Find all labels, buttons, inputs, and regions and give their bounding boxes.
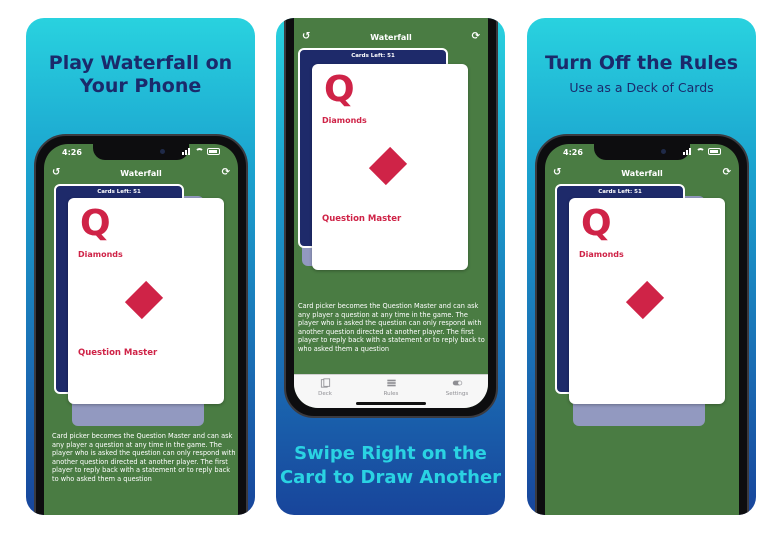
- rule-description: Card picker becomes the Question Master …: [298, 302, 485, 353]
- card-suit-name: Diamonds: [78, 250, 123, 259]
- nav-bar: ↺ Waterfall ⟳: [294, 30, 488, 46]
- wifi-icon: [696, 148, 705, 155]
- nav-bar: ↺ Waterfall ⟳: [44, 166, 238, 182]
- card-rule-name: Question Master: [78, 348, 158, 358]
- headline-line-2: Your Phone: [79, 75, 202, 97]
- headline-line-1: Play Waterfall on: [48, 52, 233, 74]
- card-rank: Q: [324, 69, 355, 110]
- drawn-card[interactable]: Q Diamonds: [569, 198, 725, 404]
- card-rank: Q: [581, 203, 612, 244]
- phone-frame: 4:26 ↺ Waterfall ⟳ Cards Left: 51 Q Diam…: [535, 134, 749, 515]
- tab-label: Settings: [445, 391, 469, 397]
- tab-label: Deck: [318, 391, 332, 397]
- nav-bar: ↺ Waterfall ⟳: [545, 166, 739, 182]
- tab-settings[interactable]: Settings: [432, 378, 482, 397]
- toggle-icon: [452, 380, 462, 386]
- home-indicator: [356, 402, 426, 405]
- cards-left-label: Cards Left: 51: [351, 53, 395, 59]
- promo-panel-play: Play Waterfall on Your Phone 4:26 ↺ Wate…: [26, 18, 255, 515]
- nav-title: Waterfall: [370, 33, 412, 42]
- refresh-icon[interactable]: ⟳: [472, 31, 480, 42]
- signal-icon: [683, 148, 693, 155]
- phone-frame: 4:26 ↺ Waterfall ⟳ Cards Left: 51 Q Diam…: [34, 134, 248, 515]
- app-screen: 4:26 ↺ Waterfall ⟳ Cards Left: 51 Q Diam…: [545, 144, 739, 515]
- headline-line-2: Card to Draw Another: [279, 467, 502, 488]
- status-bar: 4:26: [563, 148, 721, 160]
- card-rule-name: Question Master: [322, 214, 402, 224]
- drawn-card[interactable]: Q Diamonds Question Master: [68, 198, 224, 404]
- status-time: 4:26: [62, 148, 82, 157]
- battery-icon: [207, 148, 220, 155]
- rule-description: Card picker becomes the Question Master …: [52, 432, 236, 483]
- tab-deck[interactable]: Deck: [300, 378, 350, 397]
- card-suit-name: Diamonds: [322, 116, 367, 125]
- status-bar: 4:26: [62, 148, 220, 160]
- panel-headline: Turn Off the Rules: [544, 52, 739, 74]
- app-screen: 4:26 ↺ Waterfall ⟳ Cards Left: 51 Q Diam…: [44, 144, 238, 515]
- card-rank: Q: [80, 203, 111, 244]
- nav-title: Waterfall: [621, 169, 663, 178]
- phone-frame: ↺ Waterfall ⟳ Cards Left: 51 Q Diamonds …: [284, 18, 498, 418]
- battery-icon: [708, 148, 721, 155]
- list-icon: [386, 379, 396, 387]
- app-screen: ↺ Waterfall ⟳ Cards Left: 51 Q Diamonds …: [294, 18, 488, 408]
- promo-panel-rules-off: Turn Off the Rules Use as a Deck of Card…: [527, 18, 756, 515]
- headline-line-1: Swipe Right on the: [294, 443, 487, 464]
- diamond-suit-icon: [124, 280, 164, 320]
- tab-rules[interactable]: Rules: [366, 378, 416, 397]
- signal-icon: [182, 148, 192, 155]
- tab-bar: Deck Rules Settings: [294, 374, 488, 408]
- deck-icon: [320, 378, 330, 388]
- refresh-icon[interactable]: ⟳: [723, 167, 731, 178]
- panel-headline: Swipe Right on the Card to Draw Another: [276, 442, 505, 490]
- refresh-icon[interactable]: ⟳: [222, 167, 230, 178]
- wifi-icon: [195, 148, 204, 155]
- drawn-card[interactable]: Q Diamonds Question Master: [312, 64, 468, 270]
- diamond-suit-icon: [625, 280, 665, 320]
- status-time: 4:26: [563, 148, 583, 157]
- nav-title: Waterfall: [120, 169, 162, 178]
- tab-label: Rules: [383, 391, 399, 397]
- cards-left-label: Cards Left: 51: [97, 189, 141, 195]
- cards-left-label: Cards Left: 51: [598, 189, 642, 195]
- promo-panel-swipe: ↺ Waterfall ⟳ Cards Left: 51 Q Diamonds …: [276, 18, 505, 515]
- card-suit-name: Diamonds: [579, 250, 624, 259]
- panel-headline: Play Waterfall on Your Phone: [26, 52, 255, 98]
- diamond-suit-icon: [368, 146, 408, 186]
- panel-subhead: Use as a Deck of Cards: [569, 80, 714, 95]
